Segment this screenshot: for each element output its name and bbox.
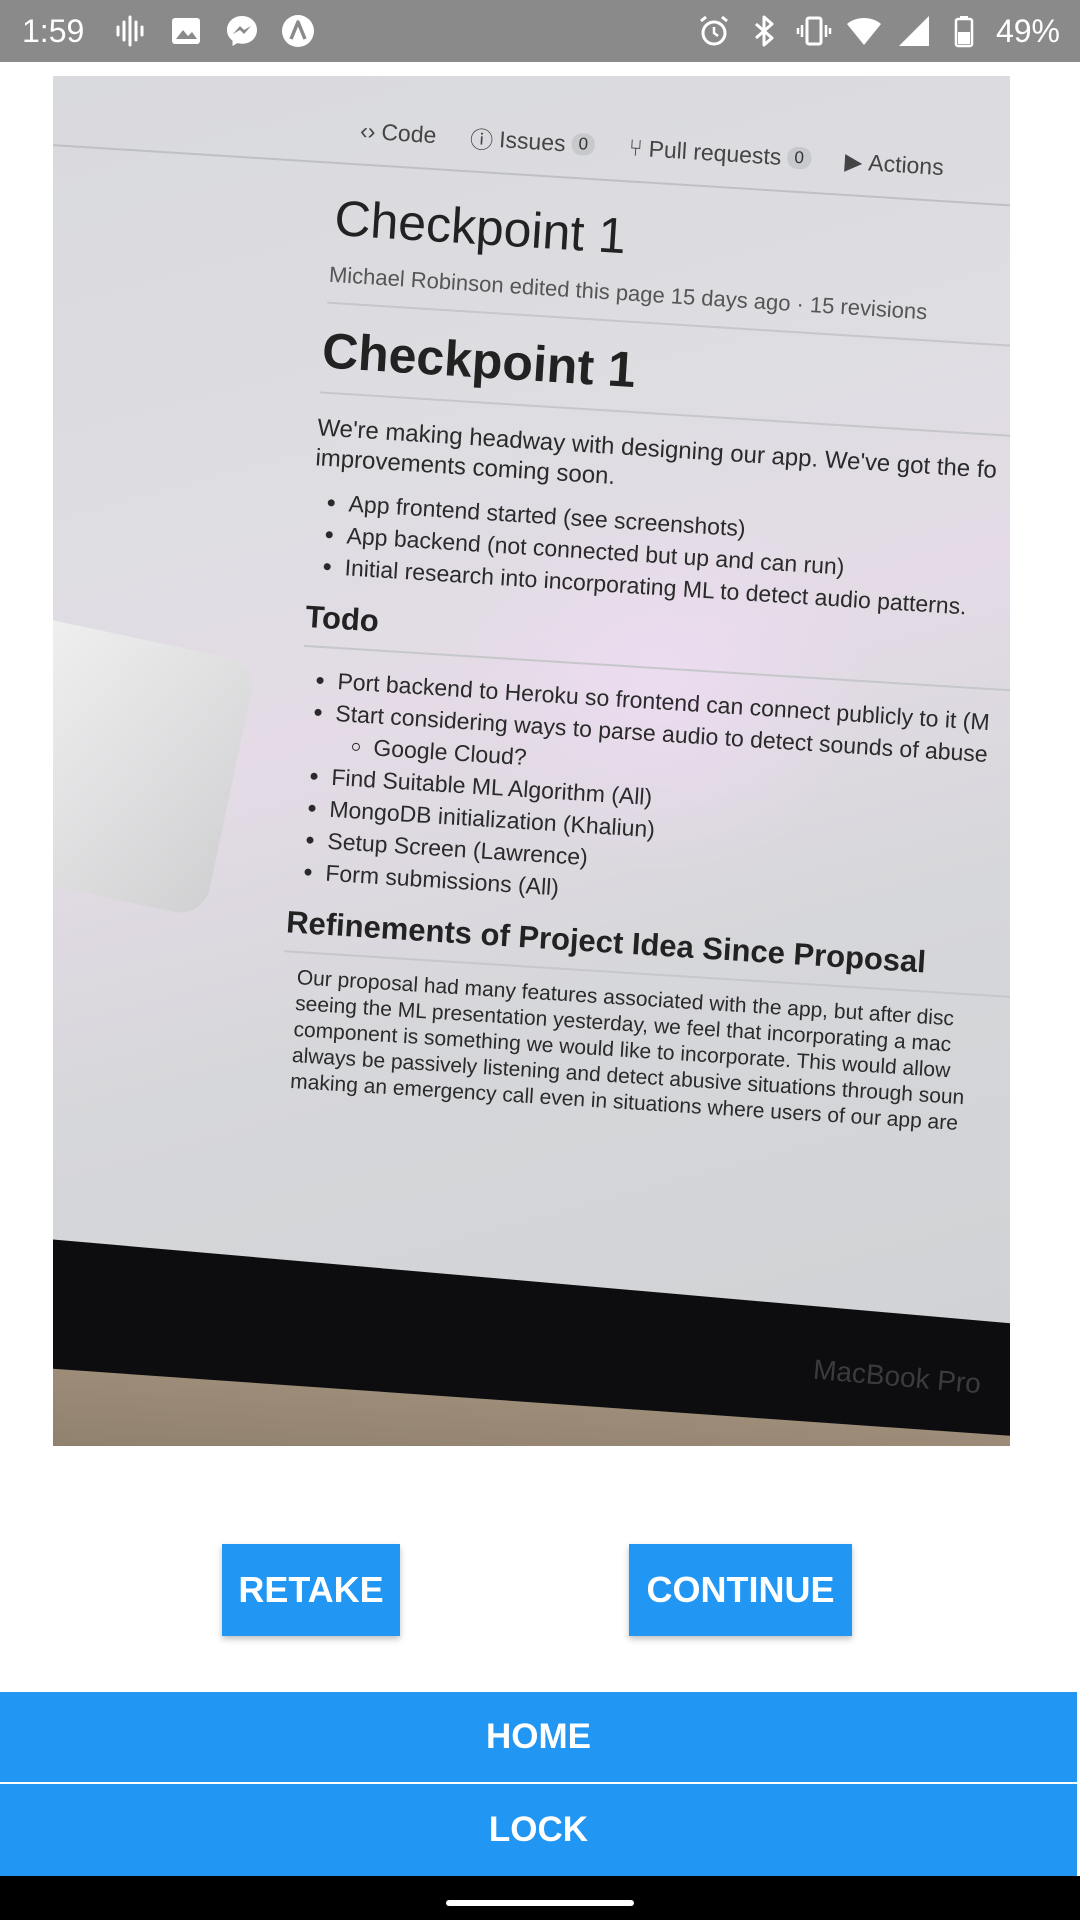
- alarm-icon: [700, 15, 728, 46]
- wiki-page-title: Checkpoint 1: [332, 190, 628, 265]
- lock-button[interactable]: LOCK: [0, 1784, 1077, 1876]
- battery-percentage: 49%: [995, 13, 1060, 49]
- home-button[interactable]: HOME: [0, 1692, 1077, 1782]
- wifi-icon: [846, 18, 881, 45]
- home-gesture-handle[interactable]: [446, 1900, 634, 1906]
- photographed-wiki-page: ‹› Code ⓘ Issues 0 ⑂ Pull requests 0 ▶ Actions…: [53, 76, 1010, 1135]
- retake-button[interactable]: RETAKE: [222, 1544, 400, 1636]
- status-bar: 1:59 49%: [0, 0, 1080, 62]
- captured-photo-preview: ‹› Code ⓘ Issues 0 ⑂ Pull requests 0 ▶ Actions…: [53, 76, 1010, 1446]
- image-icon: [172, 18, 200, 44]
- issues-count: 0: [570, 132, 596, 157]
- continue-button[interactable]: CONTINUE: [629, 1544, 852, 1636]
- bluetooth-icon: [754, 15, 774, 47]
- signal-icon: [898, 16, 929, 46]
- actions-icon: ▶: [843, 147, 864, 175]
- wiki-page-meta: Michael Robinson edited this page 15 day…: [328, 261, 928, 325]
- issue-icon: ⓘ: [469, 126, 494, 154]
- pull-requests-count: 0: [786, 146, 812, 170]
- tab-actions: ▶ Actions: [843, 147, 945, 180]
- system-icons: 49%: [696, 12, 1060, 50]
- repo-tabs: ‹› Code ⓘ Issues 0 ⑂ Pull requests 0 ▶ Actions: [359, 113, 945, 184]
- messenger-icon: [227, 16, 257, 46]
- app-a-icon: [282, 15, 314, 47]
- tab-pull-requests: ⑂ Pull requests 0: [628, 130, 812, 175]
- refinements-paragraph: Our proposal had many features associate…: [289, 966, 965, 1135]
- status-time: 1:59: [22, 13, 85, 49]
- tab-issues: ⓘ Issues 0: [469, 120, 596, 162]
- todo-list: Port backend to Heroku so frontend can c…: [295, 663, 991, 929]
- todo-heading: Todo: [304, 598, 380, 639]
- photo-glare: [53, 613, 258, 919]
- progress-list: App frontend started (see screenshots) A…: [314, 486, 972, 623]
- battery-icon: [954, 16, 974, 48]
- pull-request-icon: ⑂: [628, 133, 644, 161]
- tab-code: ‹› Code: [359, 116, 438, 148]
- content-heading: Checkpoint 1: [320, 322, 638, 399]
- code-icon: ‹›: [359, 116, 377, 144]
- notification-icons: [112, 12, 316, 50]
- vibrate-icon: [796, 16, 832, 46]
- pulse-icon: [116, 15, 144, 47]
- navigation-bar: [0, 1876, 1080, 1920]
